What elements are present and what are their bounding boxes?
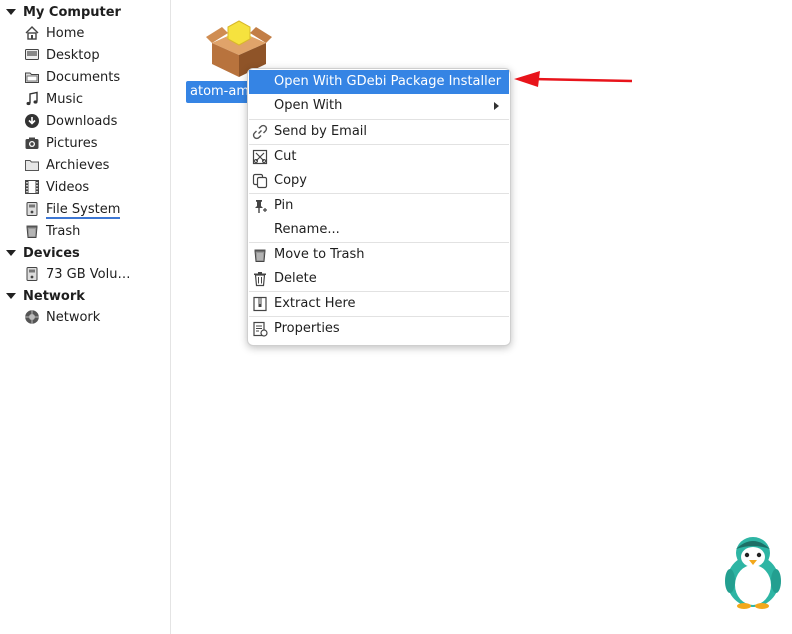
file-name-label[interactable]: atom-amd: [186, 81, 250, 103]
network-icon: [25, 309, 39, 324]
copy-icon: [252, 173, 268, 189]
sidebar-item-videos[interactable]: Videos: [24, 178, 89, 198]
context-menu: Open With GDebi Package Installer Open W…: [247, 68, 511, 346]
annotation-arrow-icon: [514, 71, 633, 87]
film-icon: [25, 179, 39, 194]
section-devices[interactable]: Devices: [6, 245, 80, 263]
menu-extract-here[interactable]: Extract Here: [249, 292, 509, 316]
pin-icon: [255, 200, 267, 213]
expand-triangle-icon[interactable]: [6, 8, 16, 15]
downloads-icon: [25, 113, 39, 128]
sidebar-item-file-system[interactable]: File System: [24, 200, 121, 220]
documents-icon: [25, 72, 39, 83]
properties-icon: [253, 321, 268, 337]
trash-icon: [26, 225, 38, 238]
desktop-icon: [25, 48, 39, 60]
submenu-arrow-icon: [494, 102, 499, 110]
sidebar-item-downloads[interactable]: Downloads: [24, 112, 117, 132]
delete-icon: [254, 272, 266, 287]
menu-delete[interactable]: Delete: [249, 267, 509, 291]
music-icon: [26, 91, 38, 105]
penguin-mascot-icon: [725, 537, 781, 609]
drive-icon: [26, 266, 38, 281]
link-icon: [252, 124, 268, 140]
menu-send-by-email[interactable]: Send by Email: [249, 120, 509, 144]
menu-open-with[interactable]: Open With: [249, 94, 509, 118]
menu-move-to-trash[interactable]: Move to Trash: [249, 243, 509, 267]
menu-pin[interactable]: Pin: [249, 194, 509, 218]
home-icon: [25, 25, 39, 40]
sidebar-item-volume[interactable]: 73 GB Volu…: [24, 265, 131, 285]
sidebar-item-archieves[interactable]: Archieves: [24, 156, 109, 176]
scissors-icon: [252, 149, 268, 165]
sidebar-item-music[interactable]: Music: [24, 90, 83, 110]
sidebar-item-desktop[interactable]: Desktop: [24, 46, 100, 66]
sidebar-item-pictures[interactable]: Pictures: [24, 134, 97, 154]
sidebar-item-documents[interactable]: Documents: [24, 68, 120, 88]
drive-icon: [26, 201, 38, 216]
menu-copy[interactable]: Copy: [249, 169, 509, 193]
expand-triangle-icon[interactable]: [6, 249, 16, 256]
menu-rename[interactable]: Rename...: [249, 218, 509, 242]
expand-triangle-icon[interactable]: [6, 292, 16, 299]
camera-icon: [25, 137, 39, 149]
menu-open-with-gdebi[interactable]: Open With GDebi Package Installer: [249, 70, 509, 94]
trash-icon: [254, 249, 266, 262]
menu-cut[interactable]: Cut: [249, 145, 509, 169]
section-my-computer[interactable]: My Computer: [6, 4, 121, 22]
sidebar: My Computer Home Desktop Documents Music…: [0, 0, 171, 634]
folder-icon: [25, 159, 39, 171]
extract-icon: [253, 296, 267, 312]
sidebar-item-trash[interactable]: Trash: [24, 222, 80, 242]
sidebar-item-network[interactable]: Network: [24, 308, 100, 328]
sidebar-item-home[interactable]: Home: [24, 24, 84, 44]
section-network[interactable]: Network: [6, 288, 85, 306]
menu-properties[interactable]: Properties: [249, 317, 509, 341]
